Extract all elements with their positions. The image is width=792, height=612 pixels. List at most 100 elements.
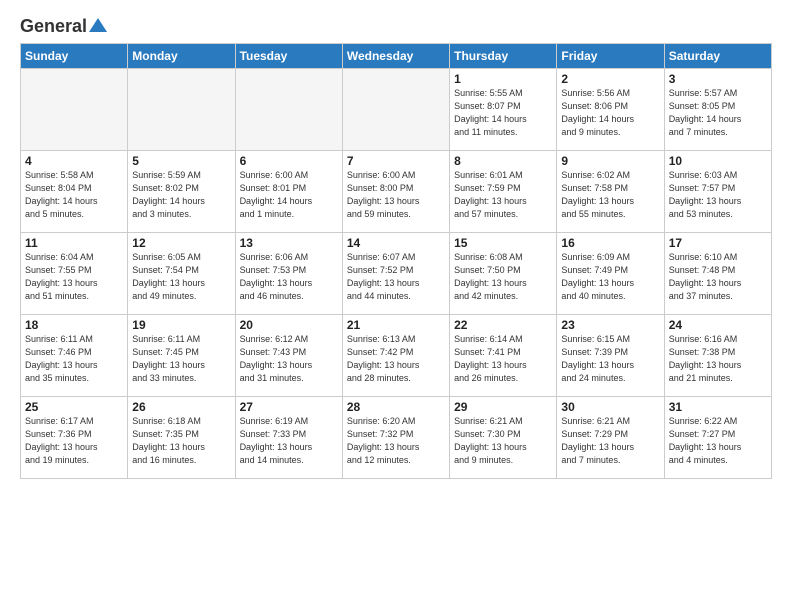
calendar-cell: 27Sunrise: 6:19 AM Sunset: 7:33 PM Dayli… [235,397,342,479]
calendar-week-4: 25Sunrise: 6:17 AM Sunset: 7:36 PM Dayli… [21,397,772,479]
calendar-cell: 9Sunrise: 6:02 AM Sunset: 7:58 PM Daylig… [557,151,664,233]
day-number: 30 [561,400,659,414]
weekday-header-tuesday: Tuesday [235,44,342,69]
weekday-header-thursday: Thursday [450,44,557,69]
day-number: 5 [132,154,230,168]
day-number: 25 [25,400,123,414]
calendar-cell [128,69,235,151]
day-number: 20 [240,318,338,332]
calendar-week-2: 11Sunrise: 6:04 AM Sunset: 7:55 PM Dayli… [21,233,772,315]
calendar-cell: 11Sunrise: 6:04 AM Sunset: 7:55 PM Dayli… [21,233,128,315]
calendar-cell: 31Sunrise: 6:22 AM Sunset: 7:27 PM Dayli… [664,397,771,479]
calendar-cell: 10Sunrise: 6:03 AM Sunset: 7:57 PM Dayli… [664,151,771,233]
calendar-cell: 1Sunrise: 5:55 AM Sunset: 8:07 PM Daylig… [450,69,557,151]
day-info: Sunrise: 5:56 AM Sunset: 8:06 PM Dayligh… [561,87,659,139]
day-info: Sunrise: 6:22 AM Sunset: 7:27 PM Dayligh… [669,415,767,467]
day-number: 31 [669,400,767,414]
day-number: 15 [454,236,552,250]
day-number: 14 [347,236,445,250]
calendar-table: SundayMondayTuesdayWednesdayThursdayFrid… [20,43,772,479]
calendar-cell: 20Sunrise: 6:12 AM Sunset: 7:43 PM Dayli… [235,315,342,397]
calendar-cell: 24Sunrise: 6:16 AM Sunset: 7:38 PM Dayli… [664,315,771,397]
day-number: 3 [669,72,767,86]
calendar-cell: 25Sunrise: 6:17 AM Sunset: 7:36 PM Dayli… [21,397,128,479]
day-number: 8 [454,154,552,168]
day-info: Sunrise: 6:16 AM Sunset: 7:38 PM Dayligh… [669,333,767,385]
weekday-header-wednesday: Wednesday [342,44,449,69]
calendar-cell [21,69,128,151]
logo: General [20,16,107,35]
calendar-cell: 3Sunrise: 5:57 AM Sunset: 8:05 PM Daylig… [664,69,771,151]
day-number: 13 [240,236,338,250]
calendar-cell: 13Sunrise: 6:06 AM Sunset: 7:53 PM Dayli… [235,233,342,315]
day-number: 28 [347,400,445,414]
calendar-cell: 12Sunrise: 6:05 AM Sunset: 7:54 PM Dayli… [128,233,235,315]
header: General [20,16,772,35]
weekday-row: SundayMondayTuesdayWednesdayThursdayFrid… [21,44,772,69]
calendar-header: SundayMondayTuesdayWednesdayThursdayFrid… [21,44,772,69]
calendar-cell: 22Sunrise: 6:14 AM Sunset: 7:41 PM Dayli… [450,315,557,397]
day-number: 9 [561,154,659,168]
day-info: Sunrise: 6:03 AM Sunset: 7:57 PM Dayligh… [669,169,767,221]
day-number: 24 [669,318,767,332]
calendar-week-0: 1Sunrise: 5:55 AM Sunset: 8:07 PM Daylig… [21,69,772,151]
day-info: Sunrise: 5:57 AM Sunset: 8:05 PM Dayligh… [669,87,767,139]
day-info: Sunrise: 6:18 AM Sunset: 7:35 PM Dayligh… [132,415,230,467]
day-info: Sunrise: 6:07 AM Sunset: 7:52 PM Dayligh… [347,251,445,303]
day-number: 26 [132,400,230,414]
day-info: Sunrise: 6:00 AM Sunset: 8:00 PM Dayligh… [347,169,445,221]
calendar-cell: 29Sunrise: 6:21 AM Sunset: 7:30 PM Dayli… [450,397,557,479]
day-number: 4 [25,154,123,168]
weekday-header-friday: Friday [557,44,664,69]
day-info: Sunrise: 6:05 AM Sunset: 7:54 PM Dayligh… [132,251,230,303]
calendar-cell: 5Sunrise: 5:59 AM Sunset: 8:02 PM Daylig… [128,151,235,233]
day-info: Sunrise: 6:12 AM Sunset: 7:43 PM Dayligh… [240,333,338,385]
calendar-cell: 15Sunrise: 6:08 AM Sunset: 7:50 PM Dayli… [450,233,557,315]
calendar-cell: 17Sunrise: 6:10 AM Sunset: 7:48 PM Dayli… [664,233,771,315]
weekday-header-sunday: Sunday [21,44,128,69]
day-info: Sunrise: 5:58 AM Sunset: 8:04 PM Dayligh… [25,169,123,221]
day-number: 18 [25,318,123,332]
logo-general: General [20,16,87,37]
day-number: 12 [132,236,230,250]
calendar-cell: 14Sunrise: 6:07 AM Sunset: 7:52 PM Dayli… [342,233,449,315]
day-info: Sunrise: 6:14 AM Sunset: 7:41 PM Dayligh… [454,333,552,385]
calendar-cell: 4Sunrise: 5:58 AM Sunset: 8:04 PM Daylig… [21,151,128,233]
day-info: Sunrise: 6:01 AM Sunset: 7:59 PM Dayligh… [454,169,552,221]
day-info: Sunrise: 6:17 AM Sunset: 7:36 PM Dayligh… [25,415,123,467]
day-info: Sunrise: 6:10 AM Sunset: 7:48 PM Dayligh… [669,251,767,303]
day-info: Sunrise: 6:13 AM Sunset: 7:42 PM Dayligh… [347,333,445,385]
day-number: 16 [561,236,659,250]
day-number: 2 [561,72,659,86]
calendar-cell: 16Sunrise: 6:09 AM Sunset: 7:49 PM Dayli… [557,233,664,315]
day-info: Sunrise: 6:09 AM Sunset: 7:49 PM Dayligh… [561,251,659,303]
calendar-week-3: 18Sunrise: 6:11 AM Sunset: 7:46 PM Dayli… [21,315,772,397]
day-info: Sunrise: 6:00 AM Sunset: 8:01 PM Dayligh… [240,169,338,221]
day-info: Sunrise: 6:11 AM Sunset: 7:46 PM Dayligh… [25,333,123,385]
logo-icon [89,16,107,34]
day-info: Sunrise: 6:08 AM Sunset: 7:50 PM Dayligh… [454,251,552,303]
calendar-body: 1Sunrise: 5:55 AM Sunset: 8:07 PM Daylig… [21,69,772,479]
weekday-header-saturday: Saturday [664,44,771,69]
day-info: Sunrise: 6:02 AM Sunset: 7:58 PM Dayligh… [561,169,659,221]
day-number: 17 [669,236,767,250]
calendar-cell: 26Sunrise: 6:18 AM Sunset: 7:35 PM Dayli… [128,397,235,479]
day-info: Sunrise: 6:11 AM Sunset: 7:45 PM Dayligh… [132,333,230,385]
day-info: Sunrise: 5:59 AM Sunset: 8:02 PM Dayligh… [132,169,230,221]
day-info: Sunrise: 5:55 AM Sunset: 8:07 PM Dayligh… [454,87,552,139]
day-number: 22 [454,318,552,332]
calendar-cell: 30Sunrise: 6:21 AM Sunset: 7:29 PM Dayli… [557,397,664,479]
day-info: Sunrise: 6:19 AM Sunset: 7:33 PM Dayligh… [240,415,338,467]
calendar-cell: 7Sunrise: 6:00 AM Sunset: 8:00 PM Daylig… [342,151,449,233]
calendar-week-1: 4Sunrise: 5:58 AM Sunset: 8:04 PM Daylig… [21,151,772,233]
calendar-cell: 19Sunrise: 6:11 AM Sunset: 7:45 PM Dayli… [128,315,235,397]
calendar-cell: 23Sunrise: 6:15 AM Sunset: 7:39 PM Dayli… [557,315,664,397]
calendar-cell [342,69,449,151]
calendar-cell: 21Sunrise: 6:13 AM Sunset: 7:42 PM Dayli… [342,315,449,397]
day-number: 19 [132,318,230,332]
day-number: 29 [454,400,552,414]
calendar-cell: 8Sunrise: 6:01 AM Sunset: 7:59 PM Daylig… [450,151,557,233]
day-number: 7 [347,154,445,168]
calendar-cell: 18Sunrise: 6:11 AM Sunset: 7:46 PM Dayli… [21,315,128,397]
day-number: 27 [240,400,338,414]
